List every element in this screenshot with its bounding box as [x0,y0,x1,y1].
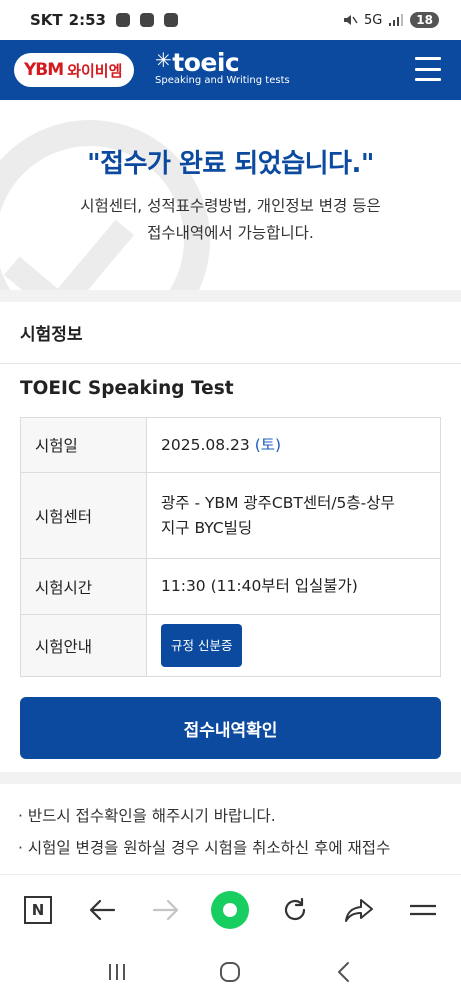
toeic-brand-text: toeic [172,48,240,77]
home-icon[interactable] [210,952,250,992]
exam-center-line2: 지구 BYC빌딩 [161,518,253,537]
signal-icon [389,14,404,26]
table-row-center: 시험센터 광주 - YBM 광주CBT센터/5층-상무 지구 BYC빌딩 [20,472,441,559]
exam-date: 2025.08.23 [161,435,250,454]
section-divider [0,290,461,302]
system-nav-bar [0,944,461,1000]
exam-center-label: 시험센터 [20,472,147,559]
ybm-logo-mark: YBM [24,60,64,80]
exam-center-value: 광주 - YBM 광주CBT센터/5층-상무 지구 BYC빌딩 [146,472,441,559]
exam-info-heading: 시험정보 [0,302,461,364]
completion-message: 시험센터, 성적표수령방법, 개인정보 변경 등은 접수내역에서 가능합니다. [0,193,461,247]
toeic-tagline: Speaking and Writing tests [155,75,290,86]
menu-lines-icon[interactable] [403,890,443,930]
exam-time-label: 시험시간 [20,558,147,615]
exam-guide-label: 시험안내 [20,614,147,677]
list-item: · 반드시 접수확인을 해주시기 바랍니다. [18,807,276,825]
naver-n-icon[interactable]: N [18,890,58,930]
mute-icon [343,15,358,25]
talk-notification-icon [115,13,130,27]
message-notification-icon [163,13,178,27]
exam-info-table: 시험일 2025.08.23 (토) 시험센터 광주 - YBM 광주CBT센터… [20,417,441,677]
list-item: · 시험일 변경을 원하실 경우 시험을 취소하신 후에 재접수 [18,839,391,857]
recent-apps-icon[interactable] [97,952,137,992]
check-registration-button[interactable]: 접수내역확인 [20,697,441,759]
exam-guide-value: 규정 신분증 [146,614,441,677]
exam-day-of-week: (토) [254,435,282,454]
toeic-logo[interactable]: ✳toeic Speaking and Writing tests [155,48,290,86]
section-divider [0,772,461,784]
exam-date-value: 2025.08.23 (토) [146,417,441,473]
browser-toolbar: N [0,874,461,944]
ybm-logo-text: 와이비엠 [67,61,123,80]
table-row-date: 시험일 2025.08.23 (토) [20,417,441,473]
completion-message-line2: 접수내역에서 가능합니다. [147,224,314,242]
battery-level: 18 [410,12,439,28]
site-header: YBM 와이비엠 ✳toeic Speaking and Writing tes… [0,40,461,100]
share-icon[interactable] [339,890,379,930]
back-arrow-icon[interactable] [82,890,122,930]
hamburger-icon[interactable] [415,57,441,81]
exam-time-value: 11:30 (11:40부터 입실불가) [146,558,441,615]
id-rules-button[interactable]: 규정 신분증 [161,624,243,667]
status-bar: SKT 2:53 5G 18 [0,0,461,40]
forward-arrow-icon[interactable] [146,890,186,930]
carrier-label: SKT [30,11,63,29]
completion-message-line1: 시험센터, 성적표수령방법, 개인정보 변경 등은 [80,197,381,215]
network-type: 5G [363,12,383,28]
green-home-icon[interactable] [210,890,250,930]
notice-list: · 반드시 접수확인을 해주시기 바랍니다. · 시험일 변경을 원하실 경우 … [0,784,461,864]
ybm-logo[interactable]: YBM 와이비엠 [14,53,135,87]
toeic-star-icon: ✳ [155,48,172,72]
refresh-icon[interactable] [275,890,315,930]
test-name: TOEIC Speaking Test [20,378,234,399]
completion-banner: "접수가 완료 되었습니다." 시험센터, 성적표수령방법, 개인정보 변경 등… [0,100,461,290]
exam-date-label: 시험일 [20,417,147,473]
screenshot-notification-icon [139,13,154,27]
clock: 2:53 [68,11,106,29]
back-icon[interactable] [324,952,364,992]
completion-title: "접수가 완료 되었습니다." [87,149,374,179]
exam-center-line1: 광주 - YBM 광주CBT센터/5층-상무 [161,493,395,512]
table-row-time: 시험시간 11:30 (11:40부터 입실불가) [20,558,441,615]
table-row-guide: 시험안내 규정 신분증 [20,614,441,677]
